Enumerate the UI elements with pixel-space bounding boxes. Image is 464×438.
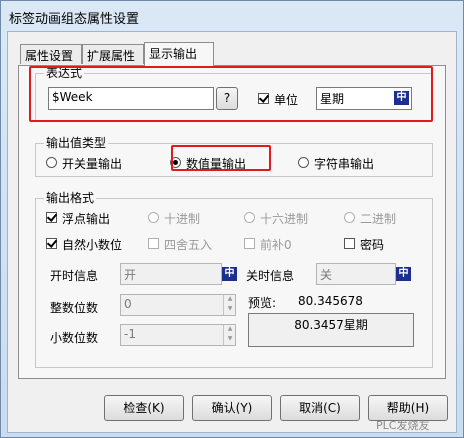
tab-label: 显示输出 <box>149 47 198 61</box>
pad-zero-checkbox[interactable] <box>244 238 255 249</box>
dialog-window: 标签动画组态属性设置 属性设置 扩展属性 显示输出 表达式 $Week ? 单位… <box>0 0 464 438</box>
on-info-ime-icon[interactable]: 中 <box>222 267 237 281</box>
on-info-input[interactable]: 开 <box>120 263 222 285</box>
watermark: PLC发烧友 <box>376 419 430 432</box>
output-format-group: 输出格式 浮点输出 十进制 十六进制 二进制 自然小数位 四舍五入 前补0 密码… <box>35 191 433 368</box>
radio-string-output[interactable] <box>298 157 309 168</box>
tab-label: 属性设置 <box>25 49 74 63</box>
round-checkbox[interactable] <box>148 238 159 249</box>
radio-hex[interactable] <box>244 212 255 223</box>
int-digits-label: 整数位数 <box>50 301 99 315</box>
numeric-output-highlight <box>171 145 271 171</box>
natural-decimal-checkbox[interactable] <box>46 238 57 249</box>
output-format-legend: 输出格式 <box>44 191 97 205</box>
radio-switch-output[interactable] <box>46 157 57 168</box>
password-checkbox[interactable] <box>344 238 355 249</box>
tab-extended-properties[interactable]: 扩展属性 <box>82 44 144 64</box>
title-bar[interactable]: 标签动画组态属性设置 <box>1 1 463 31</box>
natural-decimal-label: 自然小数位 <box>62 238 123 252</box>
off-info-ime-icon[interactable]: 中 <box>396 267 411 281</box>
switch-output-label: 开关量输出 <box>62 157 123 171</box>
round-label: 四舍五入 <box>164 238 213 252</box>
tab-property-settings[interactable]: 属性设置 <box>20 44 82 64</box>
string-output-label: 字符串输出 <box>314 157 375 171</box>
float-output-label: 浮点输出 <box>62 212 111 226</box>
off-info-label: 关时信息 <box>246 269 295 283</box>
cancel-button[interactable]: 取消(C) <box>280 395 360 421</box>
output-type-legend: 输出值类型 <box>44 136 109 150</box>
expression-highlight <box>29 66 433 122</box>
password-label: 密码 <box>360 238 385 252</box>
dec-digits-spinner[interactable]: ▲ ▼ <box>223 325 236 345</box>
preview-box: 80.3457星期 <box>248 313 414 347</box>
pad-zero-label: 前补0 <box>260 238 292 252</box>
dec-digits-label: 小数位数 <box>50 331 99 345</box>
check-button[interactable]: 检查(K) <box>104 395 184 421</box>
int-digits-spinner[interactable]: ▲ ▼ <box>223 295 236 315</box>
int-digits-input[interactable]: 0 <box>120 294 236 316</box>
hex-label: 十六进制 <box>260 212 309 226</box>
tab-label: 扩展属性 <box>87 49 136 63</box>
off-info-input[interactable]: 关 <box>316 263 396 285</box>
tab-display-output[interactable]: 显示输出 <box>144 42 214 66</box>
binary-label: 二进制 <box>360 212 397 226</box>
confirm-button[interactable]: 确认(Y) <box>192 395 272 421</box>
dec-digits-input[interactable]: -1 <box>120 324 236 346</box>
preview-value: 80.345678 <box>298 294 363 308</box>
float-output-checkbox[interactable] <box>46 212 57 223</box>
window-title: 标签动画组态属性设置 <box>9 12 140 27</box>
preview-label: 预览: <box>248 296 277 310</box>
on-info-label: 开时信息 <box>50 269 99 283</box>
radio-decimal[interactable] <box>148 212 159 223</box>
radio-binary[interactable] <box>344 212 355 223</box>
decimal-label: 十进制 <box>164 212 201 226</box>
